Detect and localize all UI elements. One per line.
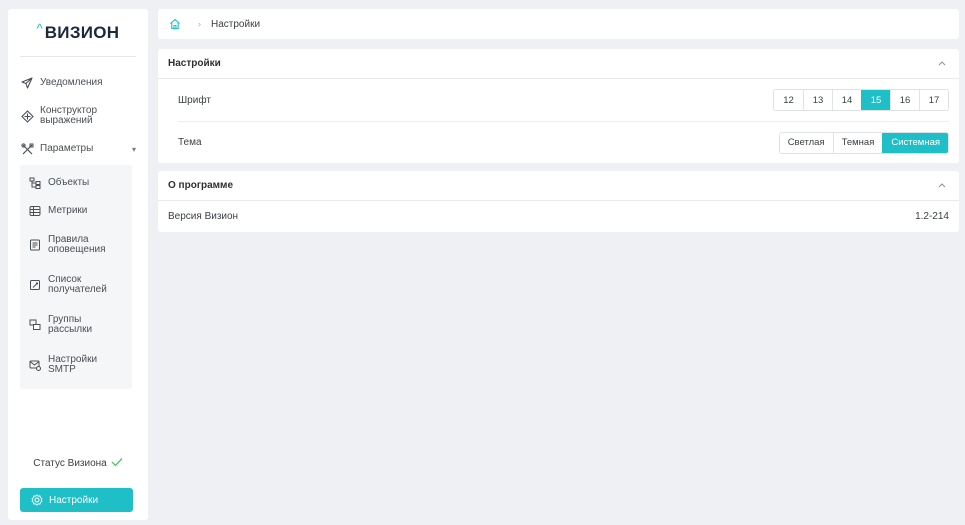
version-label: Версия Визион — [168, 211, 239, 222]
version-value: 1.2-214 — [915, 211, 949, 222]
font-option[interactable]: 14 — [832, 90, 861, 110]
settings-button-label: Настройки — [49, 494, 99, 506]
sidebar-item-label: Параметры — [40, 143, 94, 154]
sidebar-item-label: Список получателей — [48, 274, 107, 295]
chevron-right-icon: › — [198, 19, 201, 29]
settings-card: Настройки Шрифт 12 13 14 15 16 17 Тема С… — [158, 49, 959, 163]
sidebar-item-metrics[interactable]: Метрики — [20, 197, 132, 225]
objects-icon — [28, 176, 42, 190]
theme-label: Тема — [178, 137, 202, 148]
about-card-title: О программе — [168, 180, 234, 191]
sidebar-item-mailing-groups[interactable]: Группы рассылки — [20, 305, 132, 345]
version-row: Версия Визион 1.2-214 — [158, 201, 959, 232]
about-card-header: О программе — [158, 171, 959, 201]
parameters-submenu: Объекты Метрики Правила оповещения Списо… — [20, 165, 132, 389]
font-option[interactable]: 13 — [803, 90, 832, 110]
theme-option[interactable]: Светлая — [779, 132, 833, 153]
sidebar-item-label: Правила оповещения — [48, 234, 106, 255]
status-label: Статус Визиона — [33, 458, 107, 469]
theme-option[interactable]: Системная — [882, 132, 948, 153]
chevron-up-icon[interactable] — [935, 179, 949, 193]
theme-selector: Светлая Темная Системная — [778, 131, 949, 154]
font-label: Шрифт — [178, 94, 211, 106]
send-icon — [20, 76, 34, 90]
sidebar-item-label: Уведомления — [40, 77, 103, 88]
sidebar-item-smtp-settings[interactable]: Настройки SMTP — [20, 345, 132, 385]
sidebar-item-recipients[interactable]: Список получателей — [20, 265, 132, 305]
chevron-down-icon[interactable]: ▾ — [132, 145, 136, 154]
sidebar-item-alert-rules[interactable]: Правила оповещения — [20, 225, 132, 265]
sidebar-item-label: Настройки SMTP — [48, 354, 98, 375]
sidebar-nav: Уведомления Конструктор выражений Параме… — [8, 69, 148, 389]
font-option[interactable]: 12 — [774, 90, 803, 110]
chevron-up-icon[interactable] — [935, 57, 949, 71]
sidebar-item-objects[interactable]: Объекты — [20, 169, 132, 197]
settings-card-header: Настройки — [158, 49, 959, 79]
about-card: О программе Версия Визион 1.2-214 — [158, 171, 959, 232]
sidebar-item-label: Метрики — [48, 205, 88, 216]
rules-icon — [28, 238, 42, 252]
font-option[interactable]: 17 — [919, 90, 948, 110]
font-option[interactable]: 16 — [890, 90, 919, 110]
smtp-icon — [28, 358, 42, 372]
recipients-icon — [28, 278, 42, 292]
breadcrumb: › Настройки — [158, 9, 959, 39]
theme-row: Тема Светлая Темная Системная — [178, 121, 949, 163]
font-row: Шрифт 12 13 14 15 16 17 — [178, 79, 949, 121]
metrics-icon — [28, 204, 42, 218]
sidebar-item-label: Конструктор выражений — [40, 105, 98, 126]
sidebar-item-label: Объекты — [48, 177, 90, 188]
home-icon[interactable] — [168, 17, 182, 31]
vizion-status: Статус Визиона — [8, 457, 148, 470]
logo[interactable]: ^ ВИЗИОН — [20, 9, 136, 57]
expression-icon — [20, 109, 34, 123]
sidebar-item-expression-builder[interactable]: Конструктор выражений — [8, 97, 148, 135]
settings-button[interactable]: Настройки — [20, 488, 133, 512]
sidebar-item-notifications[interactable]: Уведомления — [8, 69, 148, 97]
font-option[interactable]: 15 — [861, 90, 890, 110]
settings-card-title: Настройки — [168, 58, 221, 69]
tools-icon — [20, 142, 34, 156]
logo-caret: ^ — [36, 21, 43, 36]
sidebar-item-parameters[interactable]: Параметры ▾ — [8, 135, 148, 163]
sidebar-item-label: Группы рассылки — [48, 314, 93, 335]
font-size-selector: 12 13 14 15 16 17 — [773, 89, 949, 111]
logo-text: ВИЗИОН — [44, 22, 120, 42]
theme-option[interactable]: Темная — [832, 132, 883, 153]
groups-icon — [28, 318, 42, 332]
check-icon — [111, 457, 123, 470]
sidebar: ^ ВИЗИОН Уведомления Конструктор выражен… — [8, 9, 148, 520]
breadcrumb-current: Настройки — [211, 18, 261, 30]
gear-icon — [30, 493, 44, 507]
